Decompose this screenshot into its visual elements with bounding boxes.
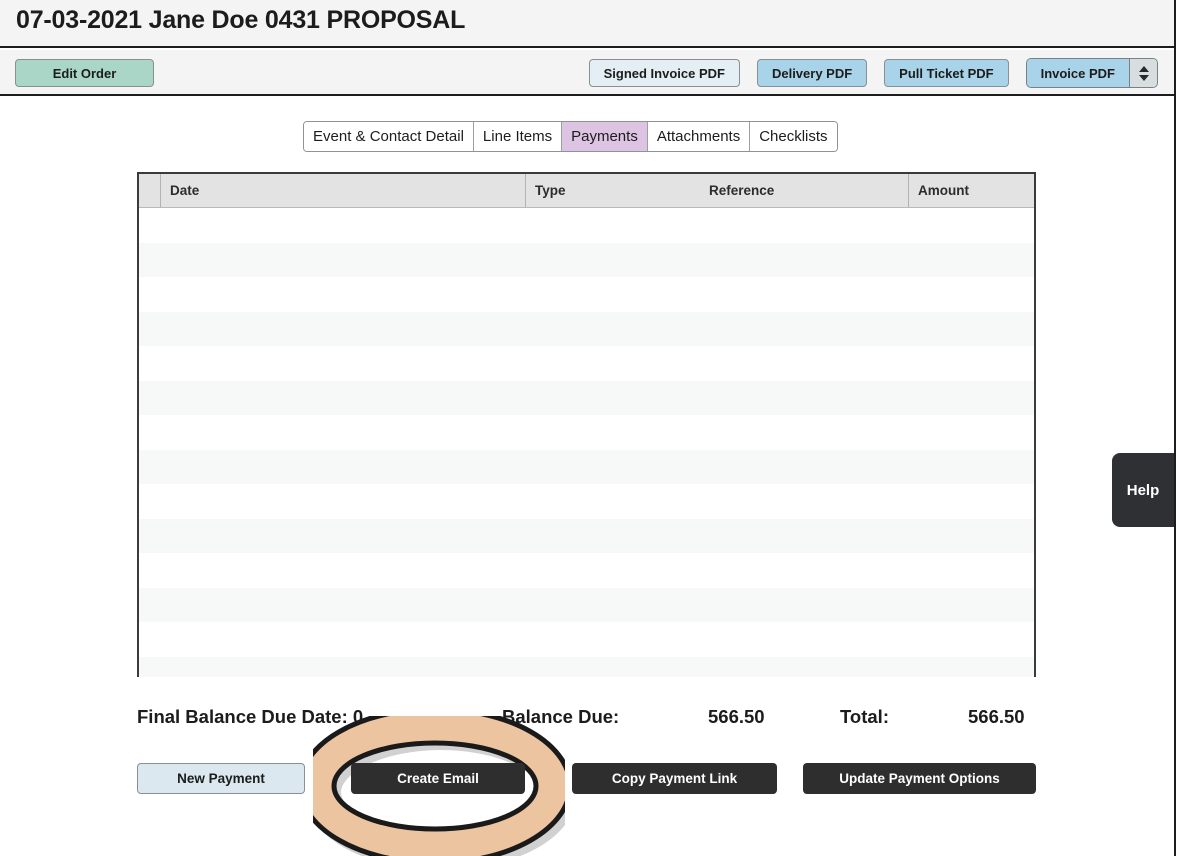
- pull-ticket-pdf-button[interactable]: Pull Ticket PDF: [884, 59, 1009, 87]
- triangle-down-icon[interactable]: [1138, 74, 1149, 81]
- column-header-type[interactable]: Type: [526, 174, 700, 207]
- update-payment-options-button[interactable]: Update Payment Options: [803, 763, 1036, 794]
- invoice-pdf-combo: Invoice PDF: [1025, 58, 1158, 88]
- table-row[interactable]: [139, 553, 1034, 588]
- table-row[interactable]: [139, 587, 1034, 622]
- table-row[interactable]: [139, 380, 1034, 415]
- table-row[interactable]: [139, 346, 1034, 381]
- final-balance-due-date-label: Final Balance Due Date: 0: [137, 706, 364, 727]
- column-header-select: [139, 174, 161, 207]
- summary-row: Final Balance Due Date: 0 Balance Due: 5…: [137, 704, 1036, 734]
- table-row[interactable]: [139, 518, 1034, 553]
- tab-checklists[interactable]: Checklists: [750, 122, 837, 151]
- edit-order-button[interactable]: Edit Order: [15, 59, 154, 87]
- application-frame: 07-03-2021 Jane Doe 0431 PROPOSAL Edit O…: [0, 0, 1176, 856]
- total-label: Total:: [840, 706, 889, 727]
- action-button-row: New Payment Create Email Copy Payment Li…: [137, 763, 1036, 794]
- copy-payment-link-button[interactable]: Copy Payment Link: [572, 763, 777, 794]
- tab-event-contact-detail[interactable]: Event & Contact Detail: [304, 122, 474, 151]
- create-email-button[interactable]: Create Email: [351, 763, 525, 794]
- table-row[interactable]: [139, 242, 1034, 277]
- help-tab-button[interactable]: Help: [1112, 453, 1174, 527]
- new-payment-button[interactable]: New Payment: [137, 763, 305, 794]
- invoice-pdf-stepper[interactable]: [1129, 59, 1157, 87]
- payments-table: Date Type Reference Amount: [137, 172, 1036, 677]
- column-header-reference[interactable]: Reference: [700, 174, 909, 207]
- tab-attachments[interactable]: Attachments: [647, 122, 751, 151]
- table-row[interactable]: [139, 277, 1034, 312]
- header-bar: 07-03-2021 Jane Doe 0431 PROPOSAL: [0, 0, 1174, 48]
- invoice-pdf-button[interactable]: Invoice PDF: [1026, 59, 1129, 87]
- table-row[interactable]: [139, 484, 1034, 519]
- tab-line-items[interactable]: Line Items: [473, 122, 563, 151]
- pdf-button-group: Signed Invoice PDF Delivery PDF Pull Tic…: [588, 58, 1158, 88]
- table-row[interactable]: [139, 415, 1034, 450]
- column-header-date[interactable]: Date: [161, 174, 526, 207]
- delivery-pdf-button[interactable]: Delivery PDF: [756, 59, 868, 87]
- triangle-up-icon[interactable]: [1138, 65, 1149, 72]
- signed-invoice-pdf-button[interactable]: Signed Invoice PDF: [588, 59, 740, 87]
- table-row[interactable]: [139, 208, 1034, 243]
- table-row[interactable]: [139, 449, 1034, 484]
- table-row[interactable]: [139, 311, 1034, 346]
- column-header-amount[interactable]: Amount: [909, 174, 1034, 207]
- balance-due-label: Balance Due:: [502, 706, 620, 727]
- tab-payments[interactable]: Payments: [562, 122, 648, 151]
- table-body: [139, 208, 1034, 677]
- tab-bar: Event & Contact Detail Line Items Paymen…: [303, 121, 838, 152]
- table-row[interactable]: [139, 622, 1034, 657]
- balance-due-value: 566.50: [708, 706, 765, 727]
- table-row[interactable]: [139, 656, 1034, 677]
- table-header-row: Date Type Reference Amount: [139, 174, 1034, 208]
- total-value: 566.50: [968, 706, 1025, 727]
- page-title: 07-03-2021 Jane Doe 0431 PROPOSAL: [16, 6, 466, 34]
